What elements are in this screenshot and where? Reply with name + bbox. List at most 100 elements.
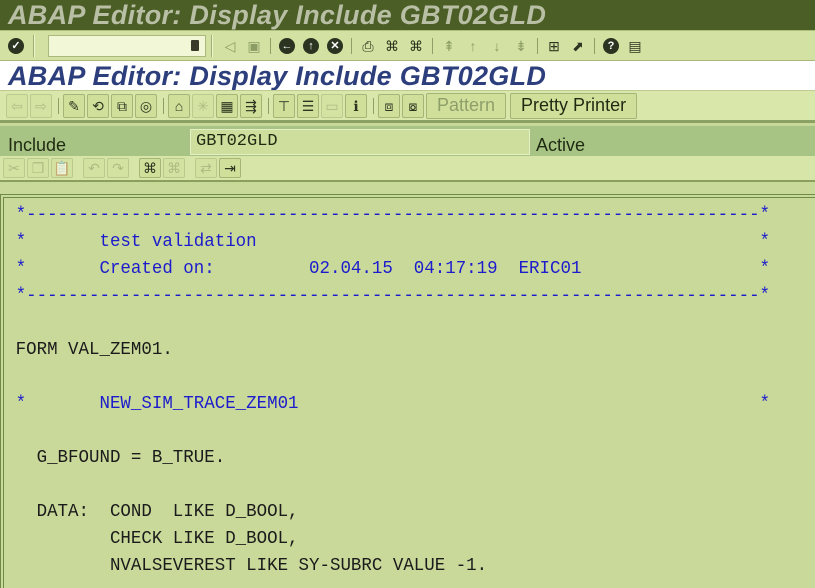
stack-button[interactable]: ☰ (297, 93, 319, 118)
back-icon[interactable]: ← (277, 36, 297, 56)
info-icon: ℹ (353, 97, 359, 114)
code-line[interactable]: NVALSEVEREST LIKE SY-SUBRC VALUE -1. (4, 553, 791, 580)
toolbar-separator (432, 37, 433, 54)
back-nav-button[interactable]: ⇦ (6, 93, 28, 118)
paste-icon: 📋 (53, 160, 71, 176)
customize-layout-icon[interactable]: ▤ (625, 36, 645, 56)
where-used-icon: ▦ (220, 97, 234, 114)
command-input[interactable] (49, 35, 205, 56)
exit-icon[interactable]: ↑ (301, 36, 321, 56)
find-next-icon: ⌘ (167, 160, 181, 176)
code-line[interactable]: DATA: COND LIKE D_BOOL, (4, 499, 791, 526)
check-button[interactable]: ◎ (135, 93, 157, 118)
code-line[interactable] (4, 310, 791, 337)
object-list-button[interactable]: ⇶ (240, 93, 262, 118)
code-line[interactable]: G_BFOUND = B_TRUE. (4, 445, 791, 472)
code-line[interactable]: *---------------------------------------… (4, 283, 791, 310)
previous-page-icon[interactable]: ↑ (463, 36, 483, 56)
first-page-icon[interactable]: ⇞ (439, 36, 459, 56)
download-icon: ⇥ (224, 160, 236, 176)
pretty-printer-button[interactable]: Pretty Printer (510, 92, 638, 119)
window-title: ABAP Editor: Display Include GBT02GLD (0, 0, 815, 30)
find-icon: ⌘ (143, 160, 157, 176)
copy-icon: ❐ (31, 160, 45, 176)
find-icon[interactable]: ⌘ (382, 36, 402, 56)
toolbar-separator (373, 97, 374, 114)
display-change-icon: ✎ (68, 97, 80, 114)
back-arrow-icon[interactable]: ◁ (220, 36, 240, 56)
command-dropdown-icon[interactable] (191, 39, 199, 51)
other-object-button[interactable]: ⟲ (87, 93, 109, 118)
redo-button[interactable]: ↷ (107, 158, 129, 178)
toolbar-separator (58, 97, 59, 114)
create-session-icon[interactable]: ⊞ (544, 36, 564, 56)
find-button[interactable]: ⌘ (139, 158, 161, 178)
code-line[interactable]: * Created on: 02.04.15 04:17:19 ERIC01 * (4, 256, 791, 283)
status-text: Active (536, 134, 586, 155)
info-button[interactable]: ℹ (345, 93, 367, 118)
forward-nav-button[interactable]: ⇨ (30, 93, 52, 118)
toolbar-separator (211, 34, 213, 57)
command-field[interactable] (48, 34, 206, 57)
paste-button[interactable]: 📋 (51, 158, 73, 178)
toolbar-separator (351, 37, 352, 54)
toolbar-separator (268, 97, 269, 114)
save-icon[interactable]: ▣ (244, 36, 264, 56)
toolbar-separator (537, 37, 538, 54)
code-editor[interactable]: *---------------------------------------… (0, 194, 815, 588)
test-icon: ✳ (197, 97, 209, 114)
copy-button[interactable]: ❐ (27, 158, 49, 178)
toolbar-separator (163, 97, 164, 114)
next-page-icon[interactable]: ↓ (487, 36, 507, 56)
activate-icon: ⌂ (174, 97, 184, 114)
user-breakpoint-button[interactable]: ⧇ (402, 93, 424, 118)
active-inactive-icon: ⧉ (117, 97, 127, 114)
last-page-icon[interactable]: ⇟ (511, 36, 531, 56)
help-on-icon: ▭ (325, 97, 339, 114)
undo-button[interactable]: ↶ (83, 158, 105, 178)
hierarchy-button[interactable]: ⊤ (273, 93, 295, 118)
code-line[interactable]: * test validation * (4, 229, 791, 256)
help-icon[interactable]: ? (601, 36, 621, 56)
include-header: Include GBT02GLD Active (0, 125, 815, 156)
activate-button[interactable]: ⌂ (168, 93, 190, 118)
upload-button[interactable]: ⇄ (195, 158, 217, 178)
enter-icon[interactable]: ✓ (6, 36, 26, 56)
active-inactive-button[interactable]: ⧉ (111, 93, 133, 118)
breakpoint-button[interactable]: ⧈ (378, 93, 400, 118)
cut-button[interactable]: ✂ (3, 158, 25, 178)
check-icon: ◎ (139, 97, 153, 114)
editor-toolbar: ✂ ❐ 📋 ↶ ↷ ⌘ ⌘ ⇄ ⇥ (0, 156, 815, 182)
redo-icon: ↷ (112, 160, 124, 176)
code-line[interactable] (4, 418, 791, 445)
where-used-button[interactable]: ▦ (216, 93, 238, 118)
other-object-icon: ⟲ (92, 97, 104, 114)
code-line[interactable]: FORM VAL_ZEM01. (4, 337, 791, 364)
find-next-button[interactable]: ⌘ (163, 158, 185, 178)
pattern-button[interactable]: Pattern (426, 92, 507, 119)
code-line[interactable]: CHECK LIKE D_BOOL, (4, 526, 791, 553)
include-name-field: GBT02GLD (190, 129, 530, 155)
hierarchy-icon: ⊤ (277, 97, 291, 114)
code-line[interactable] (4, 364, 791, 391)
cancel-icon[interactable]: ✕ (325, 36, 345, 56)
user-breakpoint-icon: ⧇ (408, 97, 418, 114)
application-toolbar: ⇦ ⇨ ✎ ⟲ ⧉ ◎ ⌂ ✳ ▦ ⇶ ⊤ ☰ ▭ ℹ ⧈ ⧇ Pattern … (0, 91, 815, 123)
include-label: Include (8, 134, 67, 155)
code-line[interactable]: * NEW_SIM_TRACE_ZEM01 * (4, 391, 791, 418)
find-next-icon[interactable]: ⌘ (406, 36, 426, 56)
toolbar-separator (594, 37, 595, 54)
breakpoint-icon: ⧈ (384, 97, 394, 114)
upload-icon: ⇄ (200, 160, 212, 176)
print-icon[interactable]: ⎙ (358, 36, 378, 56)
app-title: ABAP Editor: Display Include GBT02GLD (0, 61, 815, 91)
test-button[interactable]: ✳ (192, 93, 214, 118)
code-line[interactable]: *---------------------------------------… (4, 202, 791, 229)
download-button[interactable]: ⇥ (219, 158, 241, 178)
toolbar-separator (270, 37, 271, 54)
shortcut-icon[interactable]: ⬈ (568, 36, 588, 56)
toolbar-separator (33, 34, 35, 57)
display-change-button[interactable]: ✎ (63, 93, 85, 118)
code-line[interactable] (4, 472, 791, 499)
help-on-button[interactable]: ▭ (321, 93, 343, 118)
